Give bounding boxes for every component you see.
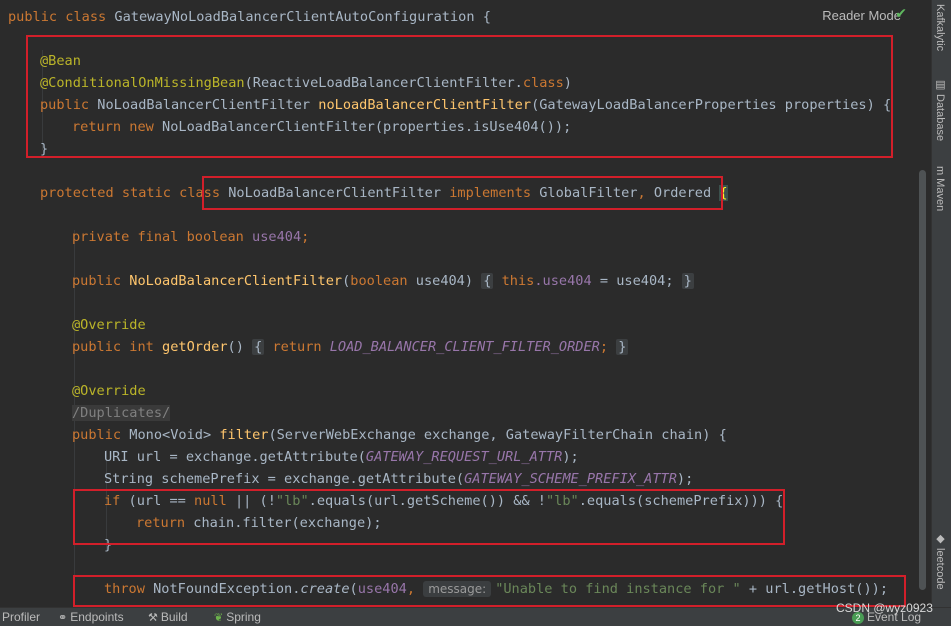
code-line-get-order: public int getOrder() { return LOAD_BALA…: [72, 339, 629, 355]
code-line-constructor: public NoLoadBalancerClientFilter(boolea…: [72, 273, 694, 289]
code-line-if: if (url == null || (!"lb".equals(url.get…: [104, 493, 784, 509]
tool-build[interactable]: ⚒ Build: [148, 609, 188, 625]
right-tool-sidebar: Kafkalytic ▤Database mMaven ◆leetcode: [931, 0, 951, 607]
code-line-bean-method: public NoLoadBalancerClientFilter noLoad…: [40, 97, 892, 113]
matched-brace: {: [719, 185, 728, 201]
tool-profiler[interactable]: Profiler: [2, 609, 40, 625]
code-line-bean-close: }: [40, 141, 49, 157]
tab-leetcode[interactable]: ◆leetcode: [934, 532, 947, 590]
code-line-override-2: @Override: [72, 383, 146, 399]
code-editor[interactable]: public class GatewayNoLoadBalancerClient…: [0, 0, 931, 607]
code-line-field: private final boolean use404;: [72, 229, 310, 245]
bottom-tool-bar: Profiler ⚭ Endpoints ⚒ Build ❦ Spring 2 Even…: [0, 607, 951, 626]
tab-maven[interactable]: mMaven: [934, 166, 946, 211]
code-line-uri: URI url = exchange.getAttribute(GATEWAY_…: [104, 449, 579, 465]
folded-brace-close[interactable]: }: [616, 339, 629, 355]
vertical-scrollbar[interactable]: [919, 170, 926, 590]
hammer-icon: ⚒: [148, 611, 158, 624]
database-icon: ▤: [934, 78, 946, 91]
maven-icon: m: [934, 166, 946, 176]
reader-mode-button[interactable]: Reader Mode: [822, 8, 901, 23]
code-line-class-decl: public class GatewayNoLoadBalancerClient…: [8, 9, 491, 25]
code-line-filter-method: public Mono<Void> filter(ServerWebExchan…: [72, 427, 727, 443]
spring-leaf-icon: ❦: [214, 611, 224, 624]
code-line-conditional: @ConditionalOnMissingBean(ReactiveLoadBa…: [40, 75, 572, 91]
code-line-inner-class: protected static class NoLoadBalancerCli…: [40, 185, 728, 201]
folded-brace-close[interactable]: }: [681, 273, 694, 289]
leetcode-icon: ◆: [934, 532, 946, 545]
code-line-bean: @Bean: [40, 53, 81, 69]
tool-endpoints[interactable]: ⚭ Endpoints: [58, 609, 124, 625]
tool-spring[interactable]: ❦ Spring: [214, 609, 261, 625]
code-line-return-filter: return chain.filter(exchange);: [136, 515, 382, 531]
code-line-if-close: }: [104, 537, 113, 553]
code-line-scheme-prefix: String schemePrefix = exchange.getAttrib…: [104, 471, 694, 487]
watermark: CSDN @wyz0923: [836, 601, 933, 615]
endpoints-icon: ⚭: [58, 611, 68, 624]
code-line-override-1: @Override: [72, 317, 146, 333]
tab-database[interactable]: ▤Database: [934, 78, 947, 141]
parameter-hint: message:: [423, 581, 492, 597]
code-line-bean-return: return new NoLoadBalancerClientFilter(pr…: [72, 119, 572, 135]
inspection-ok-icon: ✔: [895, 6, 907, 22]
folded-brace-open[interactable]: {: [252, 339, 265, 355]
code-line-duplicates-comment: /Duplicates/: [72, 405, 171, 421]
tab-kafkalytic[interactable]: Kafkalytic: [934, 4, 946, 51]
code-line-throw: throw NotFoundException.create(use404, m…: [104, 581, 889, 597]
folded-brace-open[interactable]: {: [481, 273, 494, 289]
